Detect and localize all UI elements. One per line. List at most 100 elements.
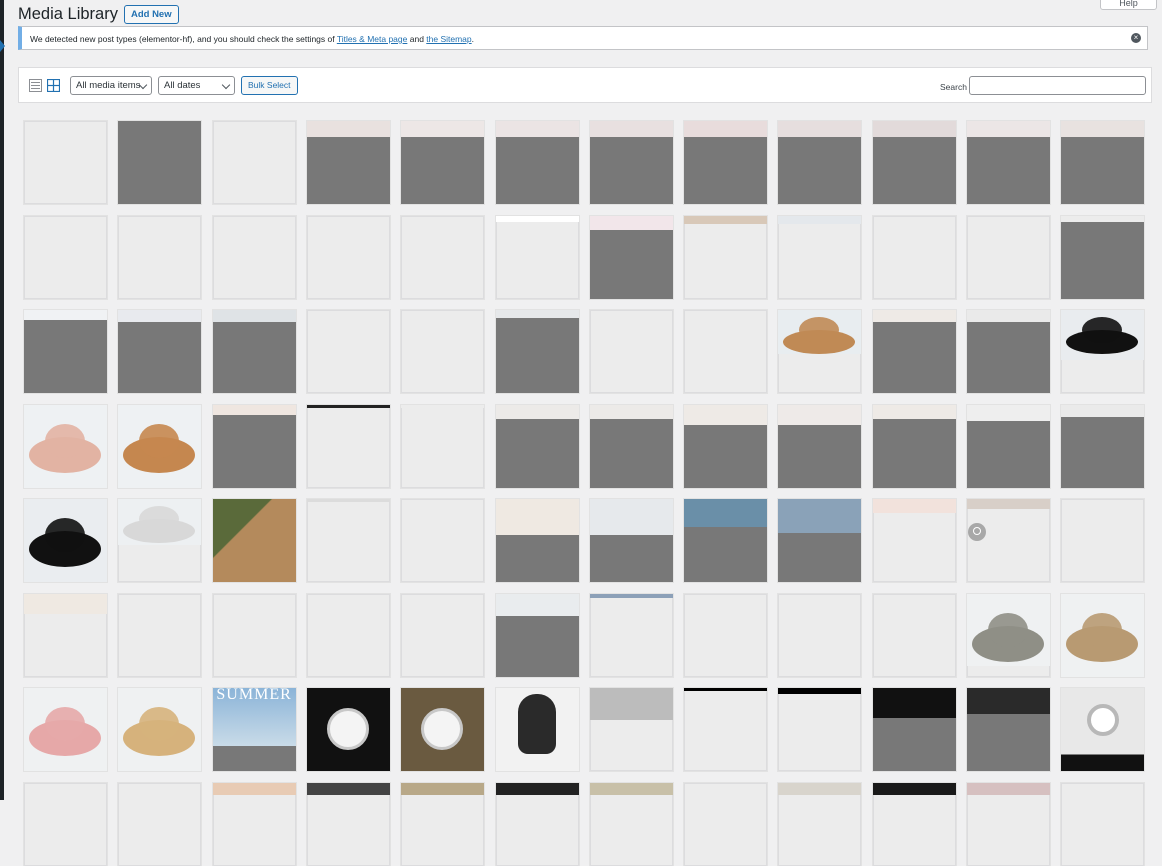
attachment-thumbnail[interactable] — [967, 782, 1050, 866]
attachment-thumbnail[interactable] — [306, 310, 390, 393]
attachment-thumbnail[interactable] — [967, 215, 1050, 299]
attachment-thumbnail[interactable] — [872, 593, 956, 677]
date-filter[interactable]: All dates — [158, 76, 235, 95]
attachment-thumbnail[interactable] — [495, 404, 579, 488]
attachment-thumbnail[interactable] — [1061, 593, 1145, 677]
attachment-thumbnail[interactable] — [24, 593, 107, 677]
attachment-thumbnail[interactable] — [401, 782, 485, 866]
attachment-thumbnail[interactable] — [872, 499, 956, 582]
dismiss-icon[interactable]: × — [1131, 33, 1141, 43]
attachment-thumbnail[interactable] — [872, 121, 956, 204]
attachment-thumbnail[interactable] — [401, 688, 485, 771]
add-new-button[interactable]: Add New — [123, 4, 179, 24]
help-tab[interactable]: Help — [1100, 0, 1157, 10]
attachment-thumbnail[interactable] — [684, 782, 768, 866]
attachment-thumbnail[interactable] — [306, 593, 390, 677]
attachment-thumbnail[interactable] — [212, 782, 296, 866]
attachment-thumbnail[interactable] — [24, 310, 107, 393]
attachment-thumbnail[interactable] — [401, 499, 485, 582]
attachment-thumbnail[interactable] — [24, 782, 107, 866]
search-input[interactable] — [969, 76, 1146, 95]
attachment-thumbnail[interactable] — [212, 404, 296, 488]
attachment-thumbnail[interactable] — [1061, 499, 1145, 582]
attachment-thumbnail[interactable] — [778, 688, 862, 771]
attachment-thumbnail[interactable] — [967, 593, 1050, 677]
list-view-icon[interactable] — [29, 79, 42, 92]
attachment-thumbnail[interactable] — [967, 688, 1050, 771]
sitemap-link[interactable]: the Sitemap — [426, 34, 471, 44]
titles-meta-link[interactable]: Titles & Meta page — [337, 34, 408, 44]
attachment-thumbnail[interactable] — [306, 215, 390, 299]
attachment-thumbnail[interactable] — [778, 499, 862, 582]
attachment-thumbnail[interactable] — [495, 215, 579, 299]
attachment-thumbnail[interactable] — [495, 688, 579, 771]
attachment-thumbnail[interactable] — [684, 499, 768, 582]
attachment-thumbnail[interactable] — [118, 782, 202, 866]
attachment-thumbnail[interactable] — [778, 593, 862, 677]
attachment-thumbnail[interactable] — [212, 121, 296, 204]
attachment-thumbnail[interactable] — [212, 215, 296, 299]
attachment-thumbnail[interactable] — [306, 121, 390, 204]
attachment-thumbnail[interactable] — [967, 310, 1050, 393]
attachment-thumbnail[interactable] — [118, 593, 202, 677]
attachment-thumbnail[interactable] — [24, 688, 107, 771]
attachment-thumbnail[interactable] — [401, 310, 485, 393]
attachment-thumbnail[interactable] — [401, 215, 485, 299]
attachment-thumbnail[interactable] — [684, 688, 768, 771]
attachment-thumbnail[interactable] — [212, 593, 296, 677]
attachment-thumbnail[interactable] — [212, 310, 296, 393]
attachment-thumbnail[interactable] — [118, 215, 202, 299]
attachment-thumbnail[interactable] — [589, 310, 673, 393]
attachment-thumbnail[interactable] — [306, 688, 390, 771]
attachment-thumbnail[interactable] — [967, 499, 1050, 582]
attachment-thumbnail[interactable] — [589, 782, 673, 866]
attachment-thumbnail[interactable] — [967, 404, 1050, 488]
attachment-thumbnail[interactable] — [872, 310, 956, 393]
attachment-thumbnail[interactable]: SUMMER — [212, 688, 296, 771]
attachment-thumbnail[interactable] — [967, 121, 1050, 204]
attachment-thumbnail[interactable] — [24, 404, 107, 488]
attachment-thumbnail[interactable] — [495, 782, 579, 866]
attachment-thumbnail[interactable] — [684, 215, 768, 299]
attachment-thumbnail[interactable] — [778, 782, 862, 866]
attachment-thumbnail[interactable] — [495, 499, 579, 582]
attachment-thumbnail[interactable] — [1061, 310, 1145, 393]
attachment-thumbnail[interactable] — [495, 593, 579, 677]
attachment-thumbnail[interactable] — [778, 215, 862, 299]
attachment-thumbnail[interactable] — [1061, 215, 1145, 299]
attachment-thumbnail[interactable] — [1061, 782, 1145, 866]
attachment-thumbnail[interactable] — [589, 121, 673, 204]
attachment-thumbnail[interactable] — [306, 499, 390, 582]
attachment-thumbnail[interactable] — [589, 404, 673, 488]
attachment-thumbnail[interactable] — [118, 121, 202, 204]
attachment-thumbnail[interactable] — [24, 121, 107, 204]
grid-view-icon[interactable] — [47, 79, 60, 92]
attachment-thumbnail[interactable] — [306, 404, 390, 488]
attachment-thumbnail[interactable] — [118, 310, 202, 393]
attachment-thumbnail[interactable] — [589, 499, 673, 582]
attachment-thumbnail[interactable] — [212, 499, 296, 582]
bulk-select-button[interactable]: Bulk Select — [241, 76, 298, 95]
attachment-thumbnail[interactable] — [589, 593, 673, 677]
attachment-thumbnail[interactable] — [872, 688, 956, 771]
attachment-thumbnail[interactable] — [1061, 688, 1145, 771]
attachment-thumbnail[interactable] — [1061, 121, 1145, 204]
attachment-thumbnail[interactable] — [401, 593, 485, 677]
attachment-thumbnail[interactable] — [589, 215, 673, 299]
attachment-thumbnail[interactable] — [24, 215, 107, 299]
attachment-thumbnail[interactable] — [495, 310, 579, 393]
attachment-thumbnail[interactable] — [684, 310, 768, 393]
attachment-thumbnail[interactable] — [778, 310, 862, 393]
attachment-thumbnail[interactable] — [872, 215, 956, 299]
media-type-filter[interactable]: All media items — [70, 76, 152, 95]
attachment-thumbnail[interactable] — [495, 121, 579, 204]
attachment-thumbnail[interactable] — [778, 404, 862, 488]
attachment-thumbnail[interactable] — [872, 782, 956, 866]
attachment-thumbnail[interactable] — [24, 499, 107, 582]
attachment-thumbnail[interactable] — [872, 404, 956, 488]
attachment-thumbnail[interactable] — [778, 121, 862, 204]
attachment-thumbnail[interactable] — [1061, 404, 1145, 488]
attachment-thumbnail[interactable] — [684, 121, 768, 204]
attachment-thumbnail[interactable] — [589, 688, 673, 771]
attachment-thumbnail[interactable] — [684, 593, 768, 677]
